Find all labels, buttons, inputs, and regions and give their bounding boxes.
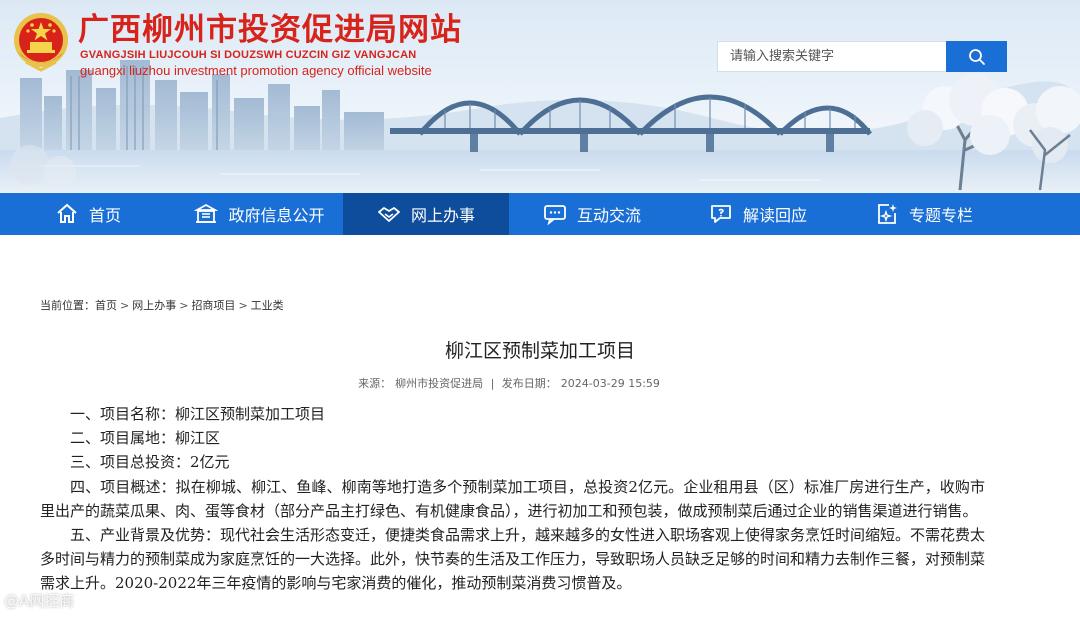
nav-item-interaction[interactable]: 互动交流 (509, 193, 675, 235)
article-title: 柳江区预制菜加工项目 (444, 340, 635, 362)
site-subtitle-zhuang: GVANGJSIH LIUJCOUH SI DOUZSWH CUZCIN GIZ… (80, 49, 417, 61)
search-button[interactable] (946, 41, 1007, 72)
nav-label: 网上办事 (410, 206, 475, 225)
header-banner: 广西柳州市投资促进局网站 GVANGJSIH LIUJCOUH SI DOUZS… (0, 0, 1080, 193)
nav-label: 解读回应 (742, 206, 807, 225)
nav-label: 专题专栏 (908, 206, 973, 225)
sparkle-doc-icon (875, 202, 899, 226)
search-icon (968, 48, 985, 65)
watermark-text: @A网招商 (4, 592, 75, 610)
breadcrumb-link-home[interactable]: 首页 (95, 297, 117, 313)
national-emblem-icon (14, 13, 68, 72)
breadcrumb-separator: > (120, 298, 130, 312)
breadcrumb-link-investment-projects[interactable]: 招商项目 (191, 297, 235, 313)
home-icon (55, 202, 79, 226)
publish-date: 2024-03-29 15:59 (560, 377, 660, 390)
nav-item-online-services[interactable]: 网上办事 (343, 193, 509, 235)
article-paragraph: 五、产业背景及优势：现代社会生活形态变迁，便捷类食品需求上升，越来越多的女性进入… (40, 526, 986, 593)
article-meta: 来源： 柳州市投资促进局 | 发布日期： 2024-03-29 15:59 (0, 375, 1018, 391)
main-navigation: 首页 政府信息公开 网上办事 互动交流 解读回应 专题专栏 (0, 193, 1080, 235)
article-paragraph: 一、项目名称：柳江区预制菜加工项目 (70, 405, 326, 423)
site-subtitle-english: guangxi liuzhou investment promotion age… (80, 63, 432, 78)
nav-item-gov-info[interactable]: 政府信息公开 (176, 193, 343, 235)
breadcrumb-prefix: 当前位置： (40, 299, 95, 312)
breadcrumb: 当前位置： 首页 > 网上办事 > 招商项目 > 工业类 (40, 297, 284, 313)
breadcrumb-link-online-services[interactable]: 网上办事 (132, 297, 176, 313)
article-paragraph: 二、项目属地：柳江区 (70, 429, 221, 448)
nav-item-home[interactable]: 首页 (0, 193, 176, 235)
nav-label: 互动交流 (576, 206, 641, 225)
breadcrumb-separator: > (179, 298, 189, 312)
nav-item-special-topics[interactable]: 专题专栏 (841, 193, 1007, 235)
article-paragraph: 三、项目总投资：2亿元 (70, 453, 230, 472)
article-body: 一、项目名称：柳江区预制菜加工项目 二、项目属地：柳江区 三、项目总投资：2亿元… (40, 402, 985, 596)
site-title: 广西柳州市投资促进局网站 (78, 12, 462, 48)
handshake-icon (377, 202, 401, 226)
source-value: 柳州市投资促进局 (395, 377, 484, 390)
building-icon (194, 202, 219, 226)
breadcrumb-link-industry[interactable]: 工业类 (251, 297, 284, 313)
question-chat-icon (709, 202, 733, 226)
source-label: 来源： (358, 377, 392, 390)
breadcrumb-separator: > (238, 298, 248, 312)
article-paragraph: 四、项目概述：拟在柳城、柳江、鱼峰、柳南等地打造多个预制菜加工项目，总投资2亿元… (40, 477, 985, 520)
chat-icon (543, 202, 567, 226)
date-label: 发布日期： (501, 377, 557, 390)
search-input[interactable] (717, 41, 946, 72)
nav-item-interpretation[interactable]: 解读回应 (675, 193, 841, 235)
nav-label: 政府信息公开 (228, 206, 325, 225)
meta-divider: | (490, 377, 495, 390)
nav-label: 首页 (88, 206, 121, 225)
watermark: @A网招商 (4, 590, 74, 611)
